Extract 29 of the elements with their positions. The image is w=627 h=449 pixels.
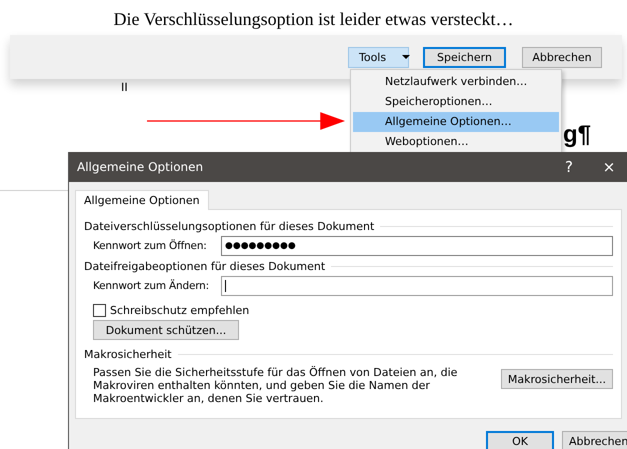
- password-field[interactable]: [221, 276, 613, 296]
- ok-button[interactable]: OK: [486, 431, 554, 449]
- tools-dropdown[interactable]: Tools: [348, 46, 409, 68]
- help-button[interactable]: ?: [549, 158, 589, 176]
- protect-document-button[interactable]: Dokument schützen...: [93, 320, 239, 340]
- tab[interactable]: Allgemeine Optionen: [75, 190, 209, 210]
- dialog-button[interactable]: Abbrechen: [522, 46, 602, 68]
- checkbox[interactable]: [93, 304, 106, 316]
- document-text: II: [121, 80, 128, 94]
- window-title: Allgemeine Optionen: [77, 160, 204, 174]
- field-label: Kennwort zum Ändern:: [93, 280, 210, 292]
- section-heading: Makrosicherheit: [84, 348, 172, 360]
- close-button[interactable]: ×: [589, 158, 627, 176]
- cancel-button[interactable]: Abbrechen: [562, 431, 627, 449]
- section-heading: Dateifreigabeoptionen für dieses Dokument: [84, 260, 326, 272]
- section-heading: Dateiverschlüsselungsoptionen für dieses Dokument: [84, 220, 374, 232]
- checkbox-label[interactable]: Schreibschutz empfehlen: [110, 304, 250, 316]
- description-text: Passen Sie die Sicherheitsstufe für das Öffnen von Dateien an, die Makroviren enthalten könnten, und geben Sie die Namen der Makroentwickler an, denen Sie vertrauen.: [93, 366, 458, 405]
- document-text: g¶: [563, 120, 592, 150]
- caption: Die Verschlüsselungsoption ist leider etwas versteckt…: [112, 8, 515, 31]
- menu-item[interactable]: Speicheroptionen…: [353, 92, 559, 112]
- dialog-button[interactable]: Speichern: [423, 46, 506, 68]
- caret-icon: [402, 55, 410, 59]
- menu-item[interactable]: Netzlaufwerk verbinden…: [353, 72, 559, 92]
- menu-item[interactable]: Allgemeine Optionen…: [353, 112, 559, 132]
- password-field[interactable]: ●●●●●●●●●: [221, 236, 613, 256]
- macro-security-button[interactable]: Makrosicherheit...: [500, 369, 613, 389]
- menu-item[interactable]: Weboptionen…: [353, 132, 559, 152]
- field-label: Kennwort zum Öffnen:: [93, 240, 208, 252]
